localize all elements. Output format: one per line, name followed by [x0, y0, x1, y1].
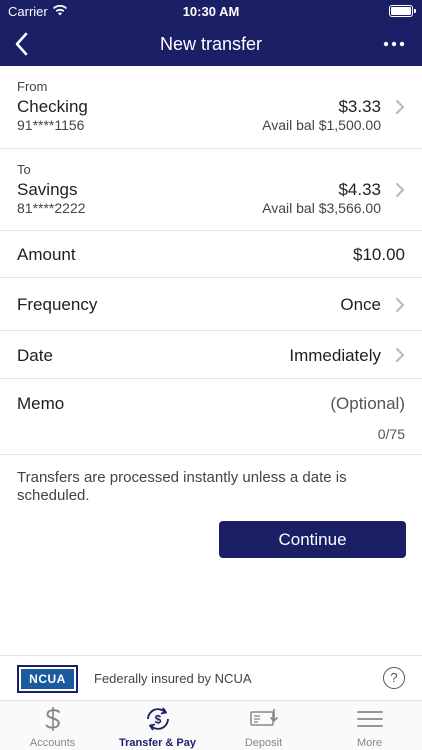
help-icon[interactable]: ? [383, 667, 405, 689]
svg-text:$: $ [154, 713, 161, 727]
tab-deposit-label: Deposit [244, 737, 283, 749]
date-value: Immediately [289, 346, 381, 365]
to-account-name: Savings [17, 180, 78, 199]
menu-icon [356, 711, 383, 727]
status-bar: Carrier 10:30 AM [0, 0, 422, 22]
top-bar: Carrier 10:30 AM New transfer [0, 0, 422, 66]
to-account-number: 81****2222 [17, 200, 86, 216]
insured-text: Federally insured by NCUA [94, 671, 252, 686]
continue-button[interactable]: Continue [219, 521, 406, 558]
tab-accounts-label: Accounts [29, 737, 76, 749]
amount-value[interactable]: $10.00 [353, 245, 405, 265]
tab-bar: Accounts $ Transfer & Pay Deposit More [0, 700, 422, 750]
tab-accounts[interactable]: Accounts [0, 701, 105, 750]
from-label: From [17, 79, 48, 94]
page-title: New transfer [159, 34, 263, 54]
transfer-icon: $ [146, 707, 169, 731]
to-available-balance: Avail bal $3,566.00 [262, 200, 381, 216]
amount-row[interactable]: Amount $10.00 [0, 231, 422, 278]
chevron-right-icon [396, 100, 405, 114]
check-deposit-icon [249, 709, 278, 726]
status-time: 10:30 AM [182, 4, 240, 19]
more-options-icon[interactable] [382, 32, 406, 56]
to-label: To [17, 162, 31, 177]
chevron-right-icon [396, 183, 405, 197]
tab-more-label: More [356, 737, 383, 749]
tab-transfer-pay-label: Transfer & Pay [118, 737, 197, 749]
memo-character-counter: 0/75 [377, 426, 405, 442]
frequency-value: Once [340, 295, 381, 314]
from-available-balance: Avail bal $1,500.00 [262, 117, 381, 133]
ncua-logo-text: NCUA [21, 669, 74, 689]
from-account-number: 91****1156 [17, 117, 85, 133]
date-row[interactable]: Date Immediately [0, 331, 422, 379]
frequency-label: Frequency [17, 295, 98, 314]
chevron-right-icon [396, 348, 405, 362]
from-account-name: Checking [17, 97, 88, 116]
chevron-right-icon [396, 298, 405, 312]
date-label: Date [17, 346, 53, 365]
memo-input[interactable]: (Optional) [330, 394, 405, 414]
frequency-row[interactable]: Frequency Once [0, 278, 422, 331]
battery-icon [389, 5, 416, 17]
to-account-row[interactable]: To Savings 81****2222 $4.33 Avail bal $3… [0, 149, 422, 231]
dollar-icon [45, 707, 60, 731]
nav-bar: New transfer [0, 22, 422, 66]
memo-label: Memo [17, 394, 65, 413]
from-account-row[interactable]: From Checking 91****1156 $3.33 Avail bal… [0, 66, 422, 149]
to-account-balance: $4.33 [338, 180, 381, 199]
ncua-footer: NCUA Federally insured by NCUA ? [0, 655, 422, 700]
tab-transfer-pay[interactable]: $ Transfer & Pay [105, 701, 210, 750]
ncua-logo: NCUA [17, 665, 78, 693]
tab-deposit[interactable]: Deposit [211, 701, 316, 750]
memo-row[interactable]: Memo (Optional) 0/75 [0, 379, 422, 455]
amount-label: Amount [17, 245, 76, 264]
tab-more[interactable]: More [317, 701, 422, 750]
transfer-info-note: Transfers are processed instantly unless… [17, 469, 347, 504]
from-account-balance: $3.33 [338, 97, 381, 116]
